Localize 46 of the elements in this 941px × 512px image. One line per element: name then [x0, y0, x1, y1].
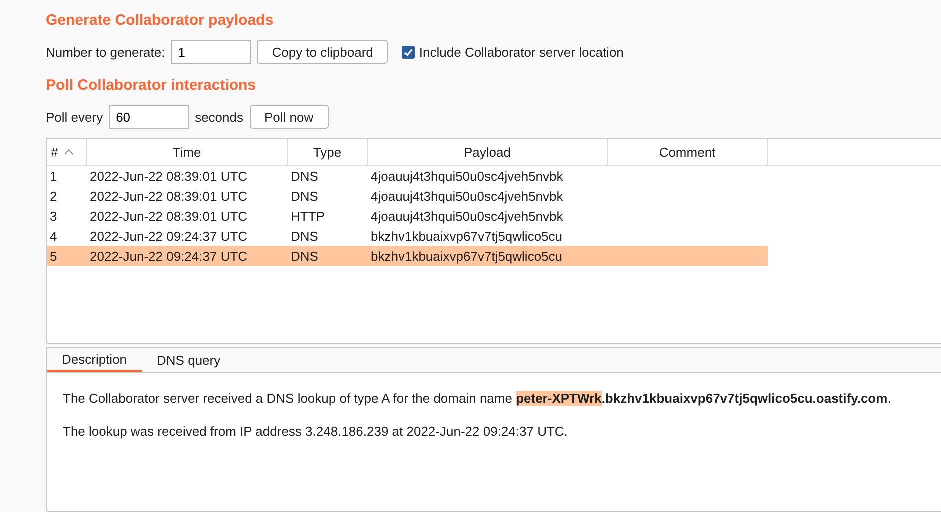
table-cell: HTTP [291, 208, 325, 224]
table-cell: bkzhv1kbuaixvp67v7tj5qwlico5cu [371, 228, 563, 244]
interval-field[interactable]: 60 [109, 105, 190, 129]
table-cell: 2022-Jun-22 09:24:37 UTC [90, 228, 248, 244]
poll-label: Poll every [46, 110, 104, 124]
checkbox-icon[interactable] [402, 46, 416, 58]
column-header[interactable]: Comment [608, 139, 768, 165]
table-row[interactable]: 2 2022-Jun-22 08:39:01 UTC DNS 4joauuj4t3hqui50u0sc4jveh5nvbk [47, 186, 768, 206]
section-title: Generate Collaborator payloads [46, 12, 275, 31]
table-cell: 2022-Jun-22 08:39:01 UTC [90, 168, 248, 184]
table-row[interactable]: 1 2022-Jun-22 08:39:01 UTC DNS 4joauuj4t3hqui50u0sc4jveh5nvbk [47, 166, 768, 186]
tab[interactable]: Description [47, 348, 142, 372]
table-cell: DNS [291, 228, 318, 244]
seconds-label: seconds [195, 110, 244, 124]
table-cell: 2 [50, 188, 58, 204]
table-cell: DNS [291, 248, 318, 264]
description-text: The lookup was received from IP address 3.248.186.239 at 2022-Jun-22 09:24:37 UTC. [63, 424, 569, 439]
table-cell: 4joauuj4t3hqui50u0sc4jveh5nvbk [371, 168, 564, 184]
table-cell: 1 [50, 168, 58, 184]
section-title: Poll Collaborator interactions [46, 77, 258, 96]
table-cell: 4joauuj4t3hqui50u0sc4jveh5nvbk [371, 208, 564, 224]
poll-button[interactable]: Poll now [250, 105, 329, 129]
table-cell: 2022-Jun-22 08:39:01 UTC [90, 208, 248, 224]
table-cell: 2022-Jun-22 08:39:01 UTC [90, 188, 248, 204]
number-label: Number to generate: [46, 44, 166, 60]
table-cell: DNS [291, 168, 318, 184]
column-header[interactable]: Type [288, 139, 368, 165]
table-cell: 2022-Jun-22 09:24:37 UTC [90, 248, 248, 264]
include-location-checkbox[interactable]: Include Collaborator server location [402, 44, 624, 60]
table-row[interactable]: 3 2022-Jun-22 08:39:01 UTC HTTP 4joauuj4t3hqui50u0sc4jveh5nvbk [47, 206, 768, 226]
column-header[interactable]: Time [87, 139, 288, 165]
number-field[interactable]: 1 [171, 40, 252, 64]
table-cell: DNS [291, 188, 318, 204]
table-cell: 5 [50, 248, 58, 264]
table-cell: 4joauuj4t3hqui50u0sc4jveh5nvbk [371, 188, 564, 204]
description-text: The Collaborator server received a DNS lookup of type A for the domain name peter-XPTWrk.bkzhv1kbuaixvp67v7tj5qwlico5cu.oastify.com. [63, 391, 892, 406]
table-cell: 4 [50, 228, 58, 244]
sort-caret-icon [64, 149, 74, 155]
table-cell: bkzhv1kbuaixvp67v7tj5qwlico5cu [371, 248, 563, 264]
table-row[interactable]: 4 2022-Jun-22 09:24:37 UTC DNS bkzhv1kbuaixvp67v7tj5qwlico5cu [47, 226, 768, 246]
column-header[interactable]: # [47, 139, 87, 165]
table-cell: 3 [50, 208, 58, 224]
copy-button[interactable]: Copy to clipboard [257, 40, 388, 64]
column-header[interactable]: Payload [368, 139, 608, 165]
tab[interactable]: DNS query [142, 348, 236, 372]
table-row[interactable]: 5 2022-Jun-22 09:24:37 UTC DNS bkzhv1kbuaixvp67v7tj5qwlico5cu [47, 246, 768, 266]
